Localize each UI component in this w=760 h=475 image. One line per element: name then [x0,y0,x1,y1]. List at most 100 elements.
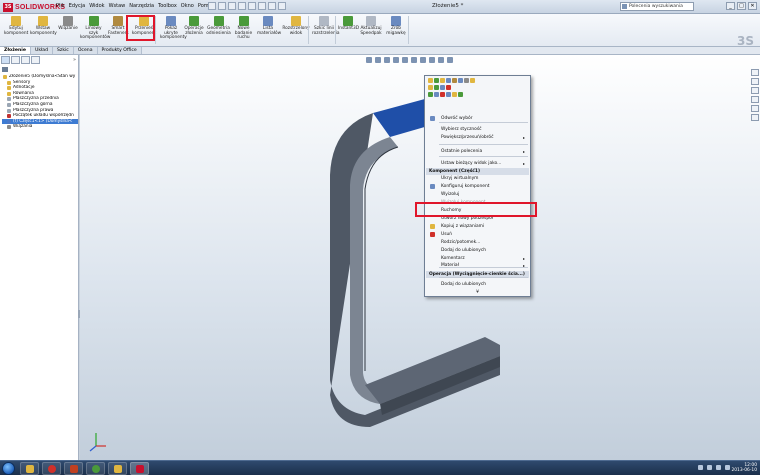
appearance-tab-icon[interactable] [31,56,40,64]
context-menu-item[interactable]: Wyizoluj [426,191,529,198]
taskbar-chrome[interactable] [86,462,105,475]
tray-flag-icon[interactable] [698,465,703,470]
3d-model[interactable] [80,55,760,460]
ctx-isolate-icon[interactable] [440,92,445,97]
menu-file[interactable]: Plik [56,3,65,9]
custom-properties-tab-icon[interactable] [751,114,759,121]
options-icon[interactable] [278,2,286,10]
ctx-rotate-icon[interactable] [446,85,451,90]
file-explorer-tab-icon[interactable] [751,87,759,94]
ctx-measure-icon[interactable] [434,92,439,97]
ribbon-button-15[interactable]: Zrób migawkę [384,16,408,36]
filter-icon[interactable] [2,67,8,72]
context-menu-item[interactable]: Odwróć wybór [426,115,529,122]
property-manager-tab-icon[interactable] [11,56,20,64]
context-menu-item[interactable]: Usuń [426,231,529,238]
tray-volume-icon[interactable] [716,465,721,470]
context-menu-item[interactable]: Dodaj do ulubionych [426,247,529,254]
ribbon-button-6[interactable]: Pokaż ukryte komponenty [160,16,187,41]
ribbon-button-12[interactable]: Szkic linii rozstrzelenia [312,16,340,36]
ribbon-button-14[interactable]: Aktualizuj Speedpak [360,16,382,36]
ctx-zoom-icon[interactable] [464,78,469,83]
taskbar-folder[interactable] [108,462,127,475]
tab-layout[interactable]: Układ [30,47,54,54]
context-menu-item[interactable]: Powiększ/przesuń/obróć ▸ [426,134,529,141]
tab-assembly[interactable]: Złożenie [0,47,31,54]
ribbon-button-7[interactable]: Operacje złożenia [183,16,205,36]
ctx-normal-to-icon[interactable] [440,85,445,90]
ctx-transparency-icon[interactable] [458,92,463,97]
context-menu-item[interactable]: Ostatnie polecenia ▸ [426,148,529,155]
menu-toolbox[interactable]: Toolbox [158,3,177,9]
tray-network-icon[interactable] [707,465,712,470]
select-icon[interactable] [258,2,266,10]
taskbar-media[interactable] [64,462,83,475]
ribbon-button-1[interactable]: Wstaw komponenty [30,16,57,36]
undo-icon[interactable] [248,2,256,10]
view-palette-tab-icon[interactable] [751,96,759,103]
save-icon[interactable] [228,2,236,10]
maximize-button[interactable]: □ [737,2,746,10]
tab-office-products[interactable]: Produkty Office [97,47,142,54]
taskbar-solidworks[interactable] [130,462,149,475]
context-menu-item[interactable]: Ukryj wirtualnym [426,175,529,182]
context-menu-item[interactable]: Ustaw bieżący widok jako... ▸ [426,160,529,167]
ribbon-button-3[interactable]: Liniowy szyk komponentów [80,16,110,41]
ctx-open-part-icon[interactable] [440,78,445,83]
ribbon-button-9[interactable]: Nowe badanie ruchu [232,16,255,41]
ctx-hide-icon[interactable] [446,78,451,83]
menu-insert[interactable]: Wstaw [109,3,126,9]
ctx-appearance-icon[interactable] [470,78,475,83]
ribbon-button-4[interactable]: Smart Fasteners [108,16,129,36]
rebuild-icon[interactable] [268,2,276,10]
tray-battery-icon[interactable] [725,465,730,470]
ribbon-button-11[interactable]: Rozstrzelony widok [282,16,310,36]
menu-view[interactable]: Widok [89,3,104,9]
tab-evaluate[interactable]: Ocena [73,47,98,54]
context-menu-item[interactable]: Rodzic/potomek... [426,239,529,246]
feature-manager-tab-icon[interactable] [1,56,10,64]
plane-icon [7,108,11,113]
new-doc-icon[interactable] [208,2,216,10]
context-menu-item[interactable]: Wybierz styczność [426,126,529,133]
taskbar-explorer[interactable] [20,462,39,475]
print-icon[interactable] [238,2,246,10]
ctx-mate-icon[interactable] [452,78,457,83]
taskbar-opera[interactable] [42,462,61,475]
minimize-button[interactable]: _ [726,2,735,10]
menu-edit[interactable]: Edycja [69,3,86,9]
search-input[interactable]: Polecenia wyszukiwania [620,2,694,11]
ribbon-button-2[interactable]: Wiązanie [57,16,79,32]
resources-tab-icon[interactable] [751,69,759,76]
ribbon-button-0[interactable]: Edytuj komponent [4,16,28,36]
ctx-plane-icon[interactable] [434,85,439,90]
context-menu-item[interactable]: Konfiguruj komponent [426,183,529,190]
panel-collapse-icon[interactable]: » [73,57,76,63]
ctx-component-icon[interactable] [446,92,451,97]
configuration-manager-tab-icon[interactable] [21,56,30,64]
menu-window[interactable]: Okno [181,3,194,9]
open-icon[interactable] [218,2,226,10]
context-menu-item[interactable]: Komentarz ▸ [426,255,529,262]
clock[interactable]: 12:00 2013-06-10 [731,463,757,473]
ctx-color-icon[interactable] [452,92,457,97]
graphics-area[interactable] [80,55,760,460]
tree-item[interactable]: Wiązania [2,124,78,130]
context-menu-item[interactable]: Kopiuj z wiązaniami [426,223,529,230]
ctx-fix-icon[interactable] [458,78,463,83]
ctx-edit-part-icon[interactable] [428,78,433,83]
design-library-tab-icon[interactable] [751,78,759,85]
start-button[interactable] [2,462,15,475]
ribbon-button-8[interactable]: Geometria odniesienia [206,16,231,36]
ctx-extrude-icon[interactable] [428,92,433,97]
context-menu-item[interactable]: ¥ [426,289,529,296]
menu-tools[interactable]: Narzędzia [129,3,154,9]
context-menu-item[interactable]: Dodaj do ulubionych [426,281,529,288]
appearances-tab-icon[interactable] [751,105,759,112]
ctx-sketch-icon[interactable] [428,85,433,90]
ribbon-button-10[interactable]: Lista materiałów [257,16,281,36]
tab-sketch[interactable]: Szkic [53,47,74,54]
close-button[interactable]: ✕ [748,2,757,10]
ctx-insert-icon[interactable] [434,78,439,83]
ribbon-button-13[interactable]: Instant3D [338,16,359,32]
